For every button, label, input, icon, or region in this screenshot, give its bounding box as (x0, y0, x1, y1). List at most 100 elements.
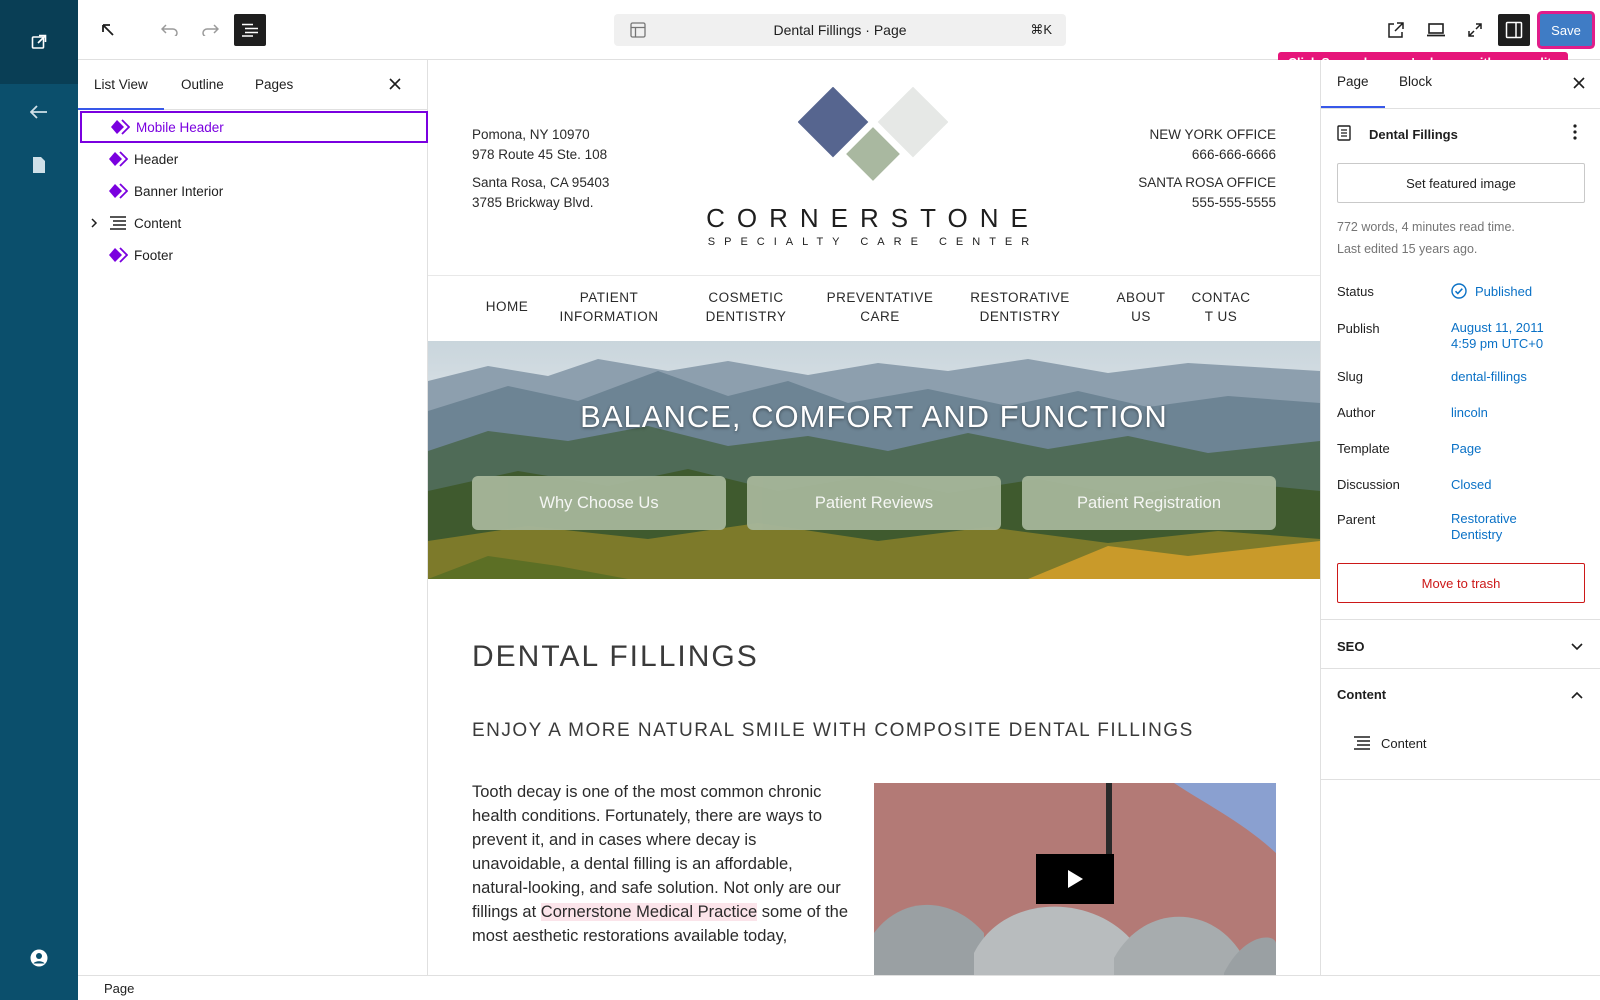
site-logo-mark[interactable] (798, 87, 948, 192)
redo-button[interactable] (194, 14, 226, 46)
nav-item-restorative-dentistry[interactable]: RESTORATIVE DENTISTRY (964, 288, 1076, 326)
tab-outline[interactable]: Outline (165, 60, 240, 110)
more-vertical-icon (1573, 124, 1577, 140)
tab-page[interactable]: Page (1321, 60, 1385, 108)
pages-button[interactable] (24, 150, 54, 180)
nav-item-patient-information[interactable]: PATIENT INFORMATION (554, 288, 664, 326)
publish-date-value[interactable]: August 11, 2011 4:59 pm UTC+0 (1451, 320, 1544, 352)
fullscreen-button[interactable] (1459, 14, 1491, 46)
set-featured-image-button[interactable]: Set featured image (1337, 163, 1585, 203)
discussion-value[interactable]: Closed (1451, 477, 1491, 493)
site-rail (0, 0, 78, 1000)
nav-item-home[interactable]: HOME (478, 297, 536, 316)
user-avatar-icon (30, 949, 48, 967)
nav-item-cosmetic-dentistry[interactable]: COSMETIC DENTISTRY (696, 288, 796, 326)
last-edited: Last edited 15 years ago. (1337, 242, 1478, 256)
nav-label: CARE (860, 309, 900, 324)
nav-item-contact-us[interactable]: CONTAC T US (1190, 288, 1252, 326)
expand-icon (1467, 22, 1483, 38)
page-icon (32, 156, 46, 174)
nav-item-about-us[interactable]: ABOUT US (1112, 288, 1170, 326)
divider (1321, 779, 1600, 780)
view-page-button[interactable] (1380, 14, 1412, 46)
back-arrow-button[interactable] (24, 97, 54, 127)
settings-sidebar-toggle[interactable] (1498, 14, 1530, 46)
banner-title: BALANCE, COMFORT AND FUNCTION (580, 399, 1168, 434)
list-item-label: Banner Interior (134, 183, 224, 199)
nav-label: CONTAC (1191, 290, 1251, 305)
list-item-content[interactable]: Content (80, 207, 428, 239)
patient-registration-button[interactable]: Patient Registration (1022, 476, 1276, 530)
document-overview-button[interactable] (234, 14, 266, 46)
slug-value[interactable]: dental-fillings (1451, 369, 1527, 385)
status-value[interactable]: Published (1451, 283, 1532, 300)
list-item-mobile-header[interactable]: Mobile Header (80, 111, 428, 143)
chevron-down-icon[interactable] (1571, 643, 1583, 651)
divider (1321, 108, 1600, 109)
chevron-up-icon[interactable] (1571, 691, 1583, 699)
laptop-icon (1426, 23, 1446, 37)
document-title: Dental Fillings (1369, 127, 1458, 142)
breadcrumb-page[interactable]: Page (104, 981, 134, 996)
page-heading[interactable]: DENTAL FILLINGS (472, 640, 759, 674)
arrow-left-icon (30, 105, 48, 119)
list-item-banner-interior[interactable]: Banner Interior (80, 175, 428, 207)
settings-sidebar: Page Block Dental Fillings Set featured … (1320, 60, 1600, 975)
body-text-segment: Tooth decay is one of the most common ch… (472, 783, 841, 921)
patient-reviews-button[interactable]: Patient Reviews (747, 476, 1001, 530)
chevron-right-icon[interactable] (90, 218, 102, 228)
why-choose-us-button[interactable]: Why Choose Us (472, 476, 726, 530)
seo-panel-toggle[interactable]: SEO (1337, 639, 1364, 654)
site-icon-area[interactable] (0, 0, 78, 84)
move-to-trash-button[interactable]: Move to trash (1337, 563, 1585, 603)
page-subheading[interactable]: ENJOY A MORE NATURAL SMILE WITH COMPOSIT… (472, 720, 1194, 742)
nav-label: COSMETIC (708, 290, 784, 305)
editor-canvas[interactable]: Pomona, NY 10970 978 Route 45 Ste. 108 S… (428, 60, 1320, 975)
block-breadcrumb-bar: Page (78, 975, 1600, 1000)
divider (1321, 668, 1600, 669)
video-play-button[interactable] (1036, 854, 1114, 904)
nav-label: T US (1204, 309, 1238, 324)
body-paragraph[interactable]: Tooth decay is one of the most common ch… (472, 780, 852, 948)
post-content-icon (1353, 735, 1371, 751)
template-value[interactable]: Page (1451, 441, 1481, 457)
editor-toolbar: Dental Fillings · Page ⌘K (78, 0, 1600, 60)
post-content-icon (108, 213, 128, 233)
list-item-footer[interactable]: Footer (80, 239, 428, 271)
tab-block[interactable]: Block (1383, 60, 1448, 108)
office-phone: 555-555-5555 (1191, 195, 1276, 210)
parent-label: Parent (1337, 512, 1376, 527)
external-link-icon (1387, 21, 1405, 39)
content-block-item[interactable]: Content (1381, 736, 1427, 751)
close-list-view-button[interactable] (388, 77, 402, 91)
logo-subtitle: SPECIALTY CARE CENTER (707, 236, 1039, 248)
nav-label: PATIENT (579, 290, 639, 305)
tab-pages[interactable]: Pages (239, 60, 309, 110)
command-palette-bar[interactable]: Dental Fillings · Page ⌘K (614, 14, 1066, 46)
template-part-icon (108, 149, 128, 169)
user-menu-button[interactable] (24, 943, 54, 973)
list-item-header[interactable]: Header (80, 143, 428, 175)
logo-name: CORNERSTONE (706, 203, 1040, 233)
status-label: Status (1337, 284, 1374, 299)
template-part-icon (108, 181, 128, 201)
address-line: Pomona, NY 10970 (472, 127, 590, 142)
redo-icon (201, 24, 219, 36)
device-preview-button[interactable] (1420, 14, 1452, 46)
content-panel-toggle[interactable]: Content (1337, 687, 1386, 702)
nav-item-preventative-care[interactable]: PREVENTATIVE CARE (820, 288, 940, 326)
undo-button[interactable] (154, 14, 186, 46)
nav-label: HOME (485, 299, 529, 314)
save-button[interactable]: Save (1540, 14, 1592, 46)
tab-list-view[interactable]: List View (78, 60, 164, 110)
document-actions-button[interactable] (1573, 124, 1577, 140)
banner-interior[interactable]: BALANCE, COMFORT AND FUNCTION Why Choose… (428, 341, 1320, 579)
author-value[interactable]: lincoln (1451, 405, 1488, 421)
video-embed[interactable] (874, 783, 1276, 975)
exit-editor-button[interactable] (92, 14, 124, 46)
parent-value[interactable]: Restorative Dentistry (1451, 511, 1517, 543)
close-sidebar-button[interactable] (1573, 77, 1585, 89)
page-document-icon (1337, 125, 1351, 141)
highlighted-text[interactable]: Cornerstone Medical Practice (540, 903, 758, 921)
external-link-icon[interactable] (31, 34, 47, 50)
